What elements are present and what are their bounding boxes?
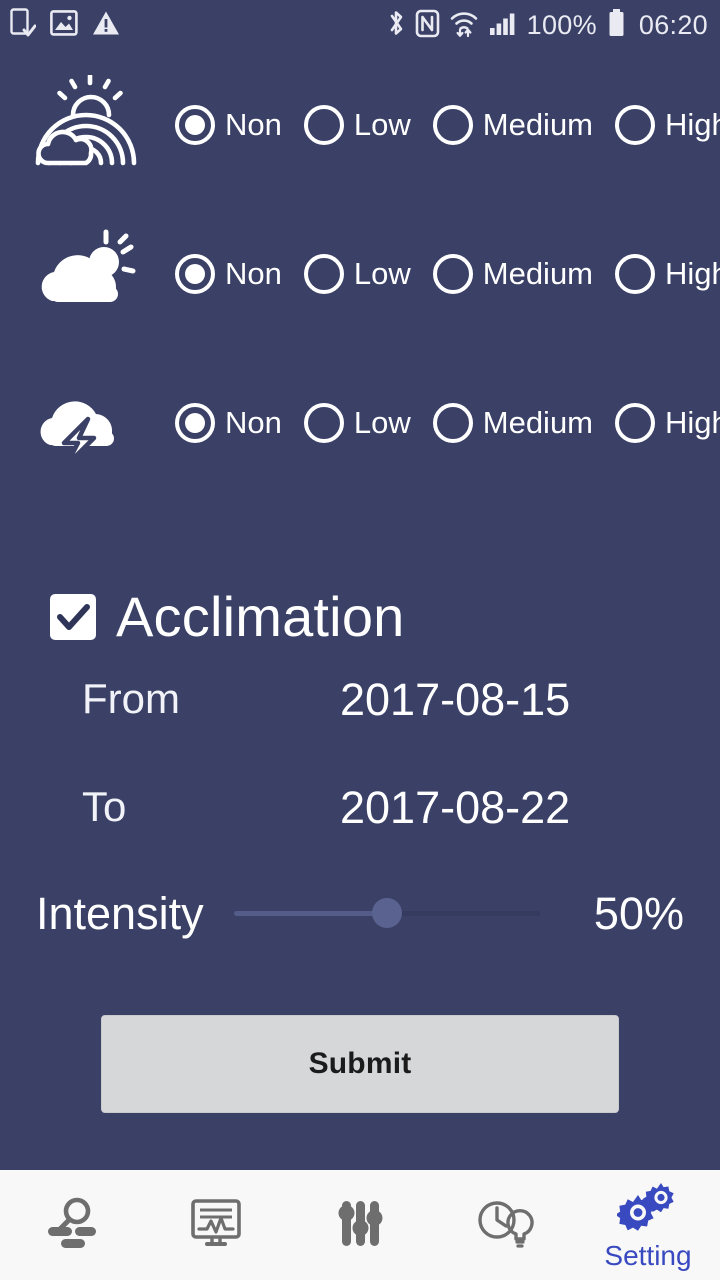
partly-cloudy-icon [0,224,175,324]
radio-label-partly-cloudy-medium: Medium [482,256,594,291]
inspect-search-icon [41,1194,103,1257]
intensity-value: 50% [593,887,684,939]
radio-thunderstorm-low[interactable] [303,402,344,443]
radio-option-partly-cloudy-low[interactable]: Low [303,253,411,294]
radio-option-thunderstorm-non[interactable]: Non [175,402,282,443]
radio-rainbow-non[interactable] [175,104,215,145]
radio-label-partly-cloudy-high: High [665,256,720,291]
intensity-slider[interactable] [233,893,540,933]
nav-label-setting: Setting [604,1239,692,1271]
radio-label-thunderstorm-medium: Medium [482,405,594,440]
slider-thumb[interactable] [371,898,402,928]
wifi-icon [449,8,479,43]
intensity-label: Intensity [36,887,204,939]
phone-download-icon [10,7,37,43]
radio-label-rainbow-medium: Medium [482,107,594,142]
battery-percent-text: 100% [526,9,597,40]
radio-option-rainbow-medium[interactable]: Medium [432,104,594,145]
to-date-value[interactable]: 2017-08-22 [340,785,570,830]
radio-rainbow-high[interactable] [615,104,656,145]
radio-group-partly-cloudy: Non Low Medium High [175,253,720,294]
slider-fill [233,910,387,916]
warning-icon [92,10,120,41]
status-clock-text: 06:20 [638,9,708,40]
radio-label-thunderstorm-high: High [665,405,720,440]
radio-rainbow-low[interactable] [303,104,344,145]
radio-partly-cloudy-non[interactable] [175,253,215,294]
from-date-value[interactable]: 2017-08-15 [340,677,570,722]
status-bar-left-icons [10,7,120,43]
bottom-navigation-bar: Setting [0,1170,720,1280]
image-icon [50,9,78,41]
status-bar: 100% 06:20 [0,0,720,50]
submit-button[interactable]: Submit [101,1015,619,1113]
radio-option-thunderstorm-low[interactable]: Low [303,402,411,443]
weather-row-partly-cloudy: Non Low Medium High [0,199,720,348]
radio-rainbow-medium[interactable] [432,104,473,145]
cellular-signal-icon [488,8,518,43]
nav-item-schedule[interactable] [432,1170,576,1280]
rainbow-sun-cloud-icon [0,74,175,175]
radio-option-partly-cloudy-high[interactable]: High [615,253,720,294]
radio-label-rainbow-low: Low [353,107,411,142]
nav-item-setting[interactable]: Setting [576,1170,720,1280]
radio-thunderstorm-medium[interactable] [432,402,473,443]
radio-partly-cloudy-high[interactable] [615,253,656,294]
submit-button-container: Submit [0,1015,720,1113]
acclimation-checkbox[interactable] [50,594,96,640]
bluetooth-icon [386,8,406,43]
radio-label-thunderstorm-non: Non [225,405,282,440]
battery-icon [608,8,625,43]
monitor-chart-icon [185,1194,247,1257]
radio-label-partly-cloudy-non: Non [225,256,282,291]
radio-group-rainbow: Non Low Medium High [175,104,720,145]
radio-label-thunderstorm-low: Low [353,405,411,440]
nav-item-monitor[interactable] [144,1170,288,1280]
gears-icon [615,1181,679,1238]
weather-row-thunderstorm: Non Low Medium High [0,348,720,497]
nav-item-equalizer[interactable] [288,1170,432,1280]
radio-option-rainbow-non[interactable]: Non [175,104,282,145]
to-label: To [82,783,127,830]
radio-option-rainbow-high[interactable]: High [615,104,720,145]
radio-option-partly-cloudy-medium[interactable]: Medium [432,253,594,294]
radio-thunderstorm-high[interactable] [615,402,656,443]
radio-option-thunderstorm-high[interactable]: High [615,402,720,443]
acclimation-label: Acclimation [116,585,405,648]
clock-bulb-icon [473,1194,535,1257]
equalizer-sliders-icon [329,1194,391,1257]
radio-partly-cloudy-low[interactable] [303,253,344,294]
main-content: Non Low Medium High [0,50,720,1170]
radio-label-partly-cloudy-low: Low [353,256,411,291]
status-bar-right-icons: 100% 06:20 [386,8,708,43]
radio-label-rainbow-non: Non [225,107,282,142]
radio-label-rainbow-high: High [665,107,720,142]
radio-option-rainbow-low[interactable]: Low [303,104,411,145]
nav-item-inspect[interactable] [0,1170,144,1280]
radio-partly-cloudy-medium[interactable] [432,253,473,294]
from-date-row[interactable]: From 2017-08-15 [0,645,720,753]
thunderstorm-icon [0,373,175,473]
nfc-icon [415,8,440,43]
from-label: From [82,675,180,722]
acclimation-row[interactable]: Acclimation [0,589,720,645]
radio-thunderstorm-non[interactable] [175,402,215,443]
to-date-row[interactable]: To 2017-08-22 [0,753,720,861]
radio-group-thunderstorm: Non Low Medium High [175,402,720,443]
weather-row-rainbow: Non Low Medium High [0,50,720,199]
radio-option-thunderstorm-medium[interactable]: Medium [432,402,594,443]
intensity-row: Intensity 50% [0,863,720,963]
radio-option-partly-cloudy-non[interactable]: Non [175,253,282,294]
